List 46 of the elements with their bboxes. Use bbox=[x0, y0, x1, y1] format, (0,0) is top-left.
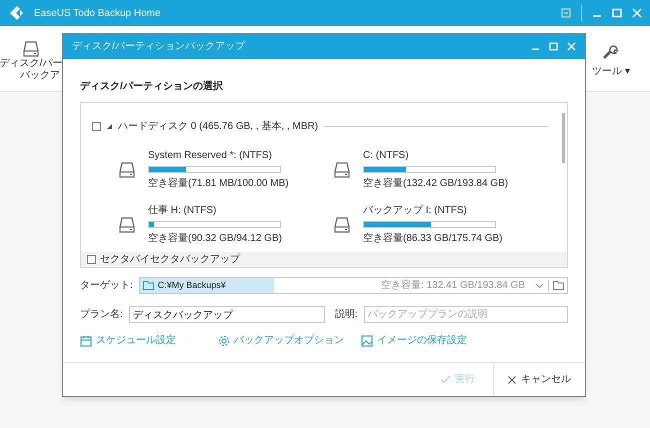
folder-icon[interactable] bbox=[553, 281, 564, 290]
close-icon[interactable] bbox=[567, 42, 576, 51]
close-icon bbox=[508, 376, 516, 384]
cancel-button[interactable]: キャンセル bbox=[494, 363, 585, 396]
sector-option-label: セクタバイセクタバックアップ bbox=[100, 252, 240, 267]
partition-name: 仕事 H: (NTFS) bbox=[148, 204, 218, 218]
description-field[interactable]: バックアッププランの説明 bbox=[364, 306, 568, 323]
tray-icon[interactable] bbox=[561, 8, 571, 18]
target-field[interactable]: C:¥My Backups¥ 空き容量: 132.41 GB/193.84 GB bbox=[138, 277, 568, 294]
disk-backup-button[interactable]: ディスク/パー バックア bbox=[2, 40, 60, 82]
check-icon bbox=[440, 375, 451, 384]
image-icon bbox=[361, 334, 373, 346]
section-heading: ディスク/パーティションの選択 bbox=[80, 80, 224, 94]
free-space: 空き容量(86.33 GB/175.74 GB) bbox=[363, 232, 503, 246]
free-space: 空き容量(90.32 GB/94.12 GB) bbox=[148, 232, 282, 246]
free-space: 空き容量(132.42 GB/193.84 GB) bbox=[363, 176, 508, 191]
disk-label: ハードディスク 0 (465.76 GB, , 基本, , MBR) bbox=[118, 120, 318, 134]
plan-name-label: プラン名: bbox=[80, 308, 123, 320]
drive-icon bbox=[118, 216, 136, 234]
target-label: ターゲット: bbox=[80, 280, 133, 292]
maximize-icon[interactable] bbox=[612, 8, 622, 18]
drive-icon bbox=[333, 160, 351, 178]
free-space: 空き容量(71.81 MB/100.00 MB) bbox=[148, 176, 289, 191]
close-icon[interactable] bbox=[632, 8, 642, 18]
description-label: 説明: bbox=[334, 308, 358, 320]
folder-icon bbox=[142, 281, 154, 290]
chevron-down-icon[interactable] bbox=[535, 282, 544, 288]
expand-toggle-icon[interactable] bbox=[107, 124, 112, 129]
checkbox[interactable] bbox=[87, 255, 96, 264]
scrollbar-thumb[interactable] bbox=[562, 113, 564, 163]
partition-name: System Reserved *: (NTFS) bbox=[148, 149, 273, 163]
drive-icon bbox=[333, 216, 351, 234]
logo-icon bbox=[10, 6, 26, 20]
partition-name: C: (NTFS) bbox=[363, 149, 410, 163]
plan-name-field[interactable]: ディスクバックアップ bbox=[128, 306, 325, 323]
app-title: EaseUS Todo Backup Home bbox=[34, 6, 161, 20]
dialog-title: ディスク/パーティションバックアップ bbox=[72, 40, 245, 54]
partition-name: バックアップ I: (NTFS) bbox=[363, 204, 468, 218]
tools-button[interactable]: ツール ▾ bbox=[592, 44, 630, 79]
maximize-icon[interactable] bbox=[549, 42, 558, 51]
checkbox[interactable] bbox=[92, 122, 101, 131]
calendar-icon bbox=[80, 334, 92, 346]
target-path: C:¥My Backups¥ bbox=[158, 278, 226, 292]
drive-icon bbox=[118, 160, 136, 178]
target-free-space: 空き容量: 132.41 GB/193.84 GB bbox=[381, 278, 525, 293]
drive-icon bbox=[22, 40, 40, 58]
